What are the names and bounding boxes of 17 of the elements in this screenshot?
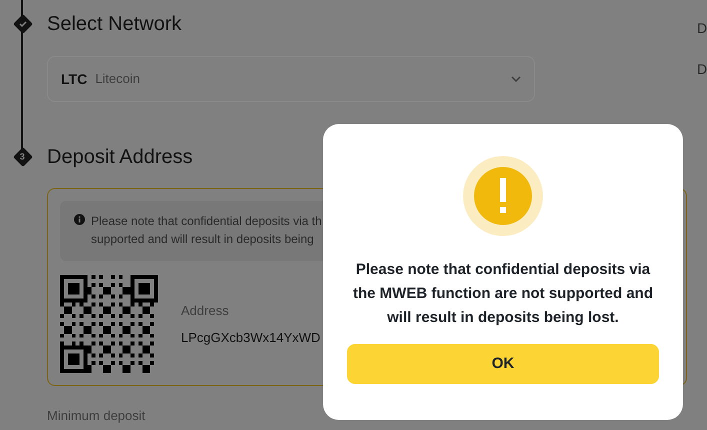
address-value: LPcgGXcb3Wx14YxWD [181,329,320,347]
check-icon [19,20,27,28]
dialog-message: Please note that confidential deposits via the MWEB function are not supported and will result in deposits being lost. [352,260,654,328]
warning-icon [463,156,543,236]
notice-text: supported and will result in deposits being [91,231,315,248]
minimum-deposit-label: Minimum deposit [47,407,146,425]
address-label: Address [181,302,230,320]
section-title: Deposit Address [47,145,193,170]
step-number: 3 [20,152,26,162]
notice-text: Please note that confidential deposits via th [91,213,322,230]
chevron-down-icon [511,76,521,82]
side-label: D [697,19,707,38]
section-title: Select Network [47,12,182,37]
side-label: D [697,60,707,79]
ok-button[interactable]: OK [347,344,659,384]
info-icon [74,214,85,225]
network-dropdown[interactable]: LTC Litecoin [47,56,535,102]
